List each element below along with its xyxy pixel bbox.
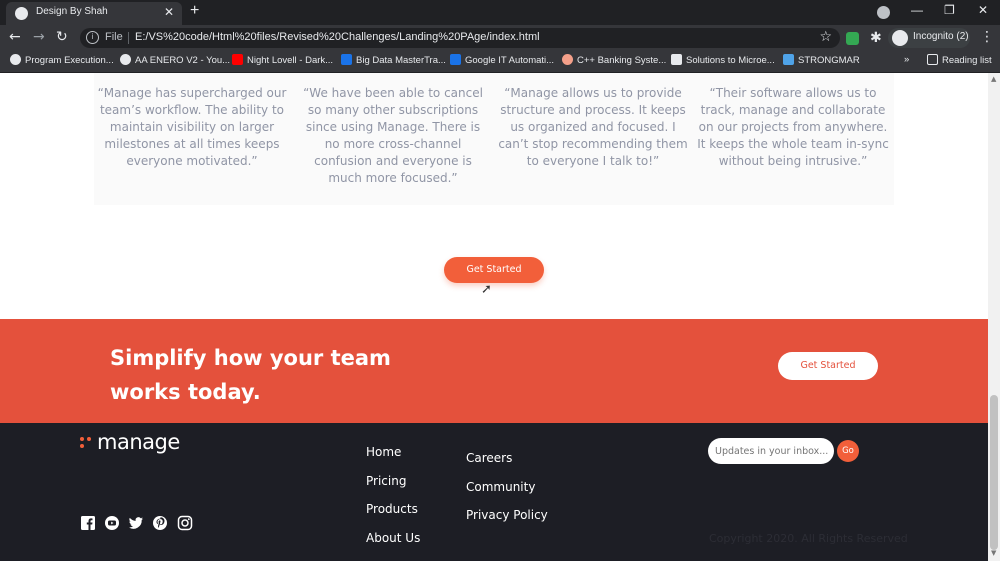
pinterest-icon[interactable] bbox=[152, 515, 168, 531]
youtube-icon bbox=[232, 54, 243, 65]
incognito-badge[interactable]: Incognito (2) bbox=[888, 28, 970, 48]
back-icon[interactable]: ← bbox=[9, 29, 21, 45]
footer: manage Home Pricing Products About Us Ca… bbox=[0, 423, 988, 561]
cta-title: Simplify how your team works today. bbox=[110, 346, 391, 404]
new-tab-icon[interactable]: + bbox=[190, 2, 199, 20]
testimonial-quote: “Their software allows us to track, mana… bbox=[697, 86, 889, 168]
bookmark-label: Big Data MasterTra... bbox=[356, 55, 446, 66]
testimonial-quote: “We have been able to cancel so many oth… bbox=[303, 86, 483, 185]
bookmark-item[interactable]: AA ENERO V2 - You... bbox=[120, 54, 230, 66]
testimonials-section: “Manage has supercharged our team’s work… bbox=[94, 73, 894, 205]
newsletter-go-button[interactable]: Go bbox=[837, 440, 859, 462]
bookmark-label: STRONGMAR bbox=[798, 55, 860, 66]
footer-link-careers[interactable]: Careers bbox=[466, 451, 512, 465]
slader-icon bbox=[671, 54, 682, 65]
logo-mark-icon bbox=[80, 437, 92, 449]
bookmark-item[interactable]: Solutions to Microe... bbox=[671, 54, 775, 66]
bookmark-label: Program Execution... bbox=[25, 55, 114, 66]
vertical-scrollbar[interactable]: ▲ ▼ bbox=[988, 73, 1000, 561]
copyright-text: Copyright 2020. All Rights Reserved bbox=[709, 532, 908, 545]
twitter-icon[interactable] bbox=[128, 515, 144, 531]
scroll-down-icon[interactable]: ▼ bbox=[991, 549, 996, 557]
incognito-icon bbox=[892, 30, 908, 46]
scrollbar-thumb[interactable] bbox=[990, 395, 998, 550]
bookmark-item[interactable]: Big Data MasterTra... bbox=[341, 54, 446, 66]
tab-title: Design By Shah bbox=[36, 6, 108, 17]
media-control-icon[interactable] bbox=[877, 6, 890, 19]
reading-list-label: Reading list bbox=[942, 55, 992, 66]
scroll-up-icon[interactable]: ▲ bbox=[991, 75, 996, 83]
bookmark-label: Google IT Automati... bbox=[465, 55, 555, 66]
browser-tab[interactable]: Design By Shah ✕ bbox=[6, 2, 182, 25]
newsletter-email-input[interactable] bbox=[708, 438, 834, 464]
logo-text: manage bbox=[97, 430, 180, 454]
globe-icon bbox=[10, 54, 21, 65]
youtube-icon[interactable] bbox=[104, 515, 120, 531]
footer-link-privacy-policy[interactable]: Privacy Policy bbox=[466, 508, 548, 522]
forward-icon[interactable]: → bbox=[33, 29, 45, 45]
globe-icon bbox=[120, 54, 131, 65]
bookmark-label: Solutions to Microe... bbox=[686, 55, 775, 66]
testimonial-quote: “Manage has supercharged our team’s work… bbox=[97, 86, 287, 168]
close-tab-icon[interactable]: ✕ bbox=[164, 5, 174, 19]
extension-icon[interactable] bbox=[846, 32, 859, 45]
footer-link-community[interactable]: Community bbox=[466, 480, 535, 494]
bookmark-label: AA ENERO V2 - You... bbox=[135, 55, 231, 66]
mouse-cursor-icon: ➚ bbox=[481, 282, 492, 297]
omnibox-divider bbox=[128, 32, 129, 44]
bookmark-label: C++ Banking Syste... bbox=[577, 55, 667, 66]
url-text[interactable]: E:/VS%20code/Html%20files/Revised%20Chal… bbox=[135, 31, 540, 43]
close-window-icon[interactable]: ✕ bbox=[978, 3, 988, 17]
bookmark-item[interactable]: Google IT Automati... bbox=[450, 54, 554, 66]
bookmark-item[interactable]: Program Execution... bbox=[10, 54, 114, 66]
footer-link-pricing[interactable]: Pricing bbox=[366, 474, 406, 488]
site-icon bbox=[562, 54, 573, 65]
facebook-icon[interactable] bbox=[80, 515, 96, 531]
browser-tab-strip: Design By Shah ✕ + — ❐ ✕ bbox=[0, 0, 1000, 25]
incognito-label: Incognito (2) bbox=[913, 31, 969, 42]
coursera-icon bbox=[450, 54, 461, 65]
page-viewport: “Manage has supercharged our team’s work… bbox=[0, 73, 988, 561]
reading-list[interactable]: Reading list bbox=[927, 54, 992, 66]
omnibox[interactable]: i File E:/VS%20code/Html%20files/Revised… bbox=[80, 28, 840, 48]
coursera-icon bbox=[341, 54, 352, 65]
bookmark-star-icon[interactable]: ☆ bbox=[819, 29, 832, 45]
footer-link-about-us[interactable]: About Us bbox=[366, 531, 420, 545]
reload-icon[interactable]: ↻ bbox=[56, 29, 68, 45]
cta-get-started-button[interactable]: Get Started bbox=[778, 352, 878, 380]
cta-banner: Simplify how your team works today. Get … bbox=[0, 319, 988, 423]
more-bookmarks-icon[interactable]: » bbox=[904, 54, 909, 65]
bookmark-item[interactable]: Night Lovell - Dark... bbox=[232, 54, 333, 66]
footer-link-products[interactable]: Products bbox=[366, 502, 418, 516]
get-started-button[interactable]: Get Started bbox=[444, 257, 544, 283]
puzzle-icon[interactable]: ✱ bbox=[870, 30, 882, 46]
testimonial-quote: “Manage allows us to provide structure a… bbox=[498, 86, 688, 168]
minimize-icon[interactable]: — bbox=[911, 3, 923, 17]
folder-icon bbox=[783, 54, 794, 65]
reading-list-icon bbox=[927, 54, 938, 65]
file-scheme-label: File bbox=[105, 31, 123, 43]
bookmark-item[interactable]: STRONGMAR bbox=[783, 54, 860, 66]
instagram-icon[interactable] bbox=[177, 515, 193, 531]
globe-icon bbox=[15, 7, 28, 20]
bookmark-item[interactable]: C++ Banking Syste... bbox=[562, 54, 666, 66]
bookmark-label: Night Lovell - Dark... bbox=[247, 55, 334, 66]
restore-icon[interactable]: ❐ bbox=[944, 3, 955, 17]
info-icon[interactable]: i bbox=[86, 31, 99, 44]
footer-link-home[interactable]: Home bbox=[366, 445, 401, 459]
browser-menu-icon[interactable]: ⋮ bbox=[980, 29, 994, 45]
bookmarks-bar: Program Execution... AA ENERO V2 - You..… bbox=[0, 51, 1000, 73]
